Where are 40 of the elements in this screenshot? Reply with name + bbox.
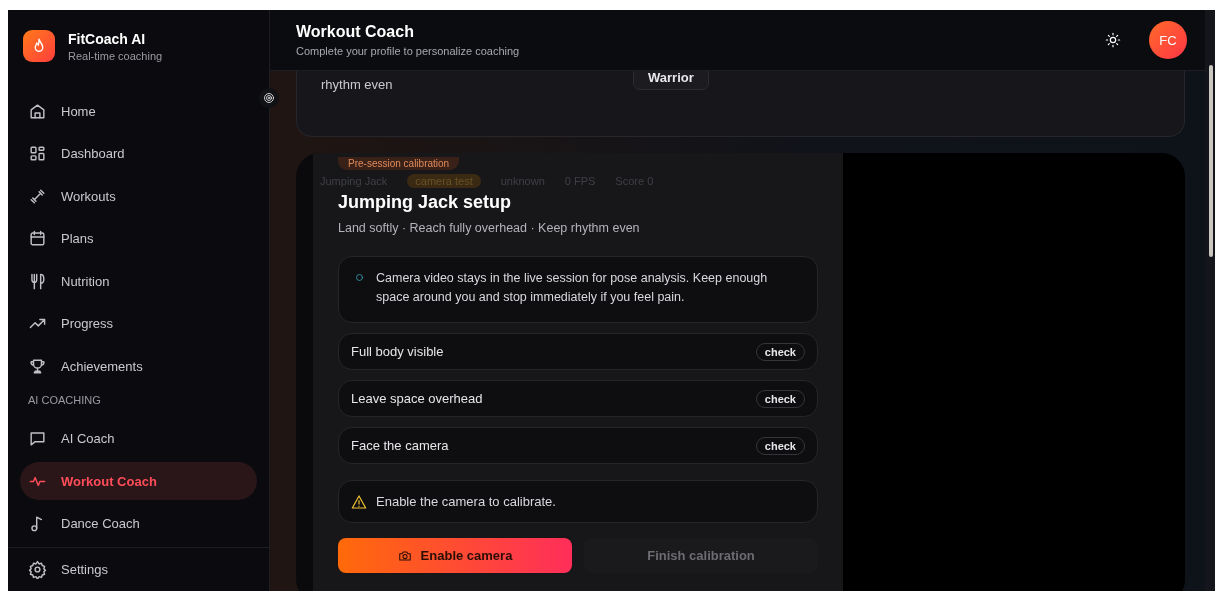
section-heading: AI COACHING	[27, 392, 102, 408]
chat-icon	[28, 429, 47, 448]
nav-item[interactable]: Workout Coach	[20, 462, 257, 500]
nav-item[interactable]: Dance Coach	[20, 504, 257, 543]
sun-icon	[1105, 32, 1121, 48]
warning-text: Enable the camera to calibrate.	[376, 494, 556, 509]
setup-title: Jumping Jack setup	[338, 192, 513, 213]
nav-item[interactable]: Plans	[20, 219, 257, 258]
nav-item[interactable]: Achievements	[20, 347, 257, 385]
camera-icon	[397, 548, 412, 563]
gear-icon	[28, 559, 47, 579]
calendar-icon	[28, 229, 47, 248]
nav-item[interactable]: Settings	[20, 550, 257, 588]
nav-item[interactable]: Workouts	[20, 177, 257, 215]
nav-item[interactable]: Home	[20, 92, 257, 130]
checklist-label: Leave space overhead	[351, 391, 483, 406]
enable-camera-button[interactable]: Enable camera	[338, 538, 572, 573]
utensils-icon	[28, 271, 47, 291]
nav-item[interactable]: Progress	[20, 304, 257, 343]
setup-subtitle: Land softly · Reach fully overhead · Keep rhythm even	[338, 221, 641, 235]
calibration-badge: Pre-session calibration	[338, 157, 460, 170]
circle-icon	[355, 273, 364, 282]
target-icon	[263, 92, 275, 104]
card-text: rhythm even	[321, 77, 394, 92]
page-subtitle: Complete your profile to personalize coaching	[296, 45, 521, 57]
nav-item[interactable]: Nutrition	[20, 262, 257, 300]
dumbbell-icon	[28, 186, 47, 206]
checklist-label: Full body visible	[351, 344, 444, 359]
checklist-label: Face the camera	[351, 438, 449, 453]
warning-icon	[351, 493, 367, 510]
home-icon	[28, 101, 47, 121]
app-tagline: Real-time coaching	[68, 49, 163, 62]
tag-chip: Warrior	[633, 71, 709, 90]
trophy-icon	[28, 356, 47, 376]
page-title: Workout Coach	[296, 23, 415, 41]
nav-item[interactable]: Dashboard	[20, 134, 257, 173]
notice-text: Camera video stays in the live session for pose analysis. Keep enough space around you and stop immediately if you feel pain.	[376, 270, 769, 306]
grid-icon	[28, 144, 47, 163]
app-name: FitCoach AI	[68, 30, 147, 47]
nav-item[interactable]: AI Coach	[20, 419, 257, 458]
